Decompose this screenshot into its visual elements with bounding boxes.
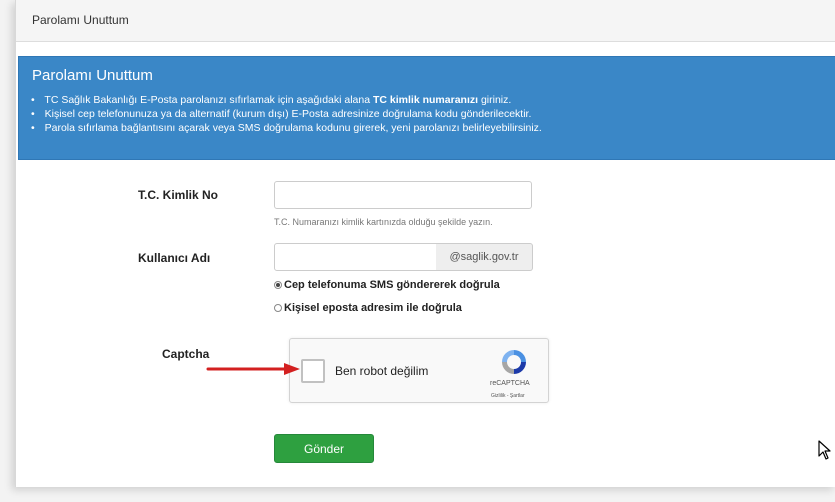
domain-addon: @saglik.gov.tr: [436, 243, 533, 271]
username-label: Kullanıcı Adı: [138, 251, 211, 265]
info-bullet: TC Sağlık Bakanlığı E-Posta parolanızı s…: [31, 93, 542, 107]
panel-heading: Parolamı Unuttum: [16, 0, 835, 42]
recaptcha-brand: reCAPTCHA: [490, 380, 530, 387]
red-arrow-icon: [206, 363, 300, 375]
radio-email-option[interactable]: Kişisel eposta adresim ile doğrula: [274, 302, 462, 314]
radio-email[interactable]: [274, 304, 282, 312]
captcha-label: Captcha: [162, 347, 210, 361]
mouse-cursor-icon: [818, 440, 831, 460]
username-input[interactable]: [274, 243, 437, 271]
submit-button[interactable]: Gönder: [274, 434, 374, 463]
radio-sms-label: Cep telefonuma SMS göndererek doğrula: [284, 279, 500, 291]
recaptcha-logo-icon: [502, 350, 526, 374]
radio-sms-option[interactable]: Cep telefonuma SMS göndererek doğrula: [274, 279, 500, 291]
captcha-text: Ben robot değilim: [335, 364, 429, 378]
info-box: Parolamı Unuttum TC Sağlık Bakanlığı E-P…: [18, 56, 835, 160]
recaptcha-widget: Ben robot değilim reCAPTCHA Gizlilik - Ş…: [289, 338, 549, 403]
info-title: Parolamı Unuttum: [32, 67, 153, 84]
radio-email-label: Kişisel eposta adresim ile doğrula: [284, 302, 462, 314]
captcha-checkbox[interactable]: [301, 359, 325, 383]
tc-label: T.C. Kimlik No: [138, 188, 219, 202]
radio-sms[interactable]: [274, 281, 282, 289]
info-bullet: Parola sıfırlama bağlantısını açarak vey…: [31, 121, 542, 135]
forgot-password-panel: Parolamı Unuttum Parolamı Unuttum TC Sağ…: [15, 0, 835, 487]
tc-help-text: T.C. Numaranızı kimlik kartınızda olduğu…: [274, 217, 493, 227]
info-bullet: Kişisel cep telefonunuza ya da alternati…: [31, 107, 542, 121]
tc-kimlik-input[interactable]: [274, 181, 532, 209]
recaptcha-links[interactable]: Gizlilik - Şartlar: [491, 393, 525, 399]
info-list: TC Sağlık Bakanlığı E-Posta parolanızı s…: [31, 93, 542, 135]
